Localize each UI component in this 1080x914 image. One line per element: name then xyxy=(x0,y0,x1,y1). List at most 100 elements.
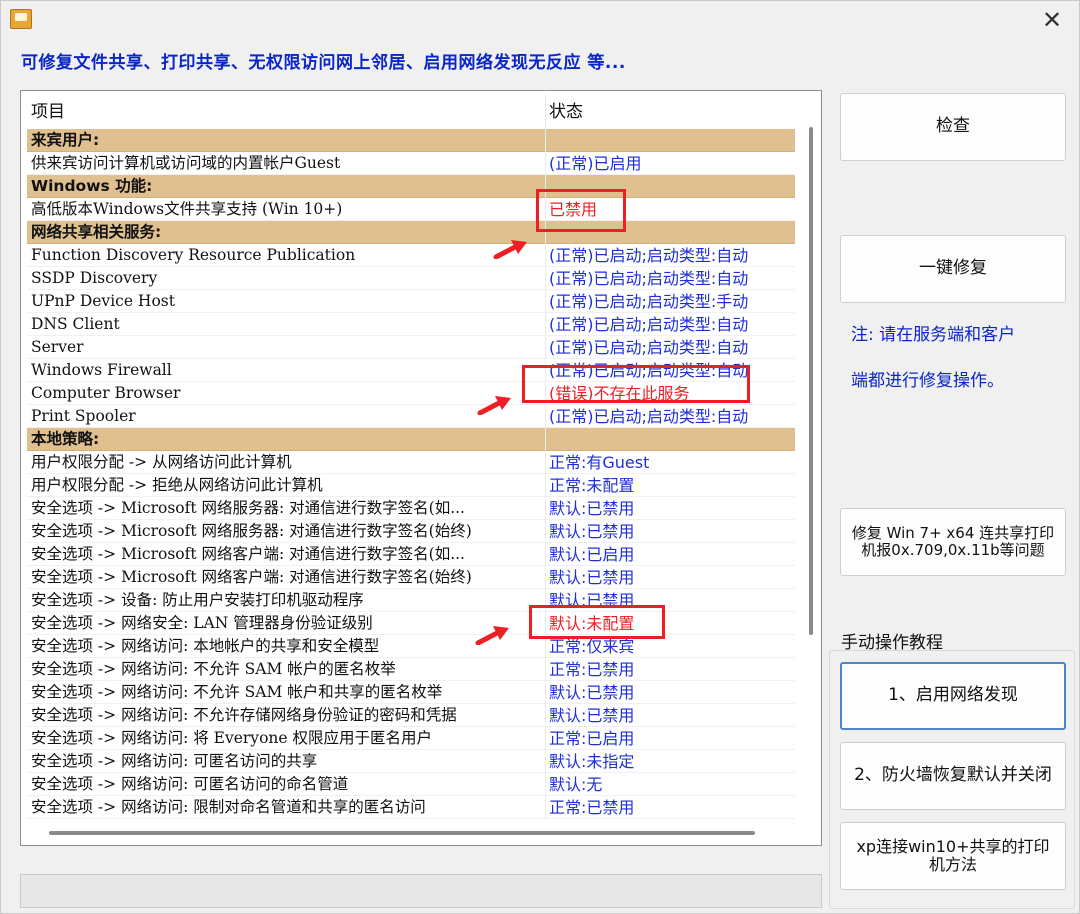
status-cell: 默认:已启用 xyxy=(549,545,635,564)
headline: 可修复文件共享、打印共享、无权限访问网上邻居、启用网络发现无反应 等... xyxy=(21,53,626,73)
status-cell: 默认:已禁用 xyxy=(549,683,635,702)
manual-tutorial-label: 手动操作教程 xyxy=(841,633,943,653)
section-header-row[interactable]: 网络共享相关服务: xyxy=(27,221,795,244)
item-cell: Print Spooler xyxy=(31,407,136,425)
table-row[interactable]: Print Spooler (正常)已启动;启动类型:自动 xyxy=(27,405,795,428)
table-row[interactable]: 供来宾访问计算机或访问域的内置帐户Guest (正常)已启用 xyxy=(27,152,795,175)
section-header-row[interactable]: Windows 功能: xyxy=(27,175,795,198)
status-cell: 正常:有Guest xyxy=(549,453,650,472)
status-cell: (正常)已启动;启动类型:自动 xyxy=(549,338,749,357)
item-cell: 供来宾访问计算机或访问域的内置帐户Guest xyxy=(31,154,341,172)
main-window: ✕ 可修复文件共享、打印共享、无权限访问网上邻居、启用网络发现无反应 等... … xyxy=(0,0,1080,914)
status-bar xyxy=(20,874,822,908)
note-text-line-1: 注: 请在服务端和客户 xyxy=(851,325,1016,345)
item-cell: 网络共享相关服务: xyxy=(31,223,162,241)
vertical-scrollbar-thumb[interactable] xyxy=(809,127,813,635)
table-row[interactable]: 高低版本Windows文件共享支持 (Win 10+) 已禁用 xyxy=(27,198,795,221)
horizontal-scrollbar[interactable] xyxy=(45,829,757,837)
column-header-status[interactable]: 状态 xyxy=(549,95,583,129)
status-cell: 正常:已禁用 xyxy=(549,660,635,679)
highlight-box xyxy=(536,189,626,232)
table-row[interactable]: 安全选项 -> 网络访问: 限制对命名管道和共享的匿名访问 正常:已禁用 xyxy=(27,796,795,819)
table-header: 项目 状态 xyxy=(27,95,795,129)
column-header-item[interactable]: 项目 xyxy=(31,95,65,129)
table-row[interactable]: 安全选项 -> 网络访问: 不允许 SAM 帐户的匿名枚举 正常:已禁用 xyxy=(27,658,795,681)
status-cell: 正常:已禁用 xyxy=(549,798,635,817)
status-cell: 默认:已禁用 xyxy=(549,706,635,725)
enable-network-discovery-button[interactable]: 1、启用网络发现 xyxy=(840,662,1066,730)
app-icon xyxy=(10,9,32,29)
highlight-box xyxy=(522,365,750,403)
item-cell: 用户权限分配 -> 从网络访问此计算机 xyxy=(31,453,292,471)
table-row[interactable]: DNS Client (正常)已启动;启动类型:自动 xyxy=(27,313,795,336)
red-arrow-icon xyxy=(477,396,511,415)
status-cell: 默认:已禁用 xyxy=(549,522,635,541)
xp-printer-guide-button[interactable]: xp连接win10+共享的打印机方法 xyxy=(840,822,1066,890)
table-row[interactable]: 安全选项 -> 网络访问: 可匿名访问的命名管道 默认:无 xyxy=(27,773,795,796)
table-row[interactable]: 安全选项 -> Microsoft 网络服务器: 对通信进行数字签名(始终) 默认… xyxy=(27,520,795,543)
table-row[interactable]: Server (正常)已启动;启动类型:自动 xyxy=(27,336,795,359)
status-cell: 正常:已启用 xyxy=(549,729,635,748)
table-row[interactable]: UPnP Device Host (正常)已启动;启动类型:手动 xyxy=(27,290,795,313)
table-row[interactable]: 安全选项 -> Microsoft 网络客户端: 对通信进行数字签名(如... 默… xyxy=(27,543,795,566)
item-cell: 安全选项 -> 网络安全: LAN 管理器身份验证级别 xyxy=(31,614,373,632)
close-button[interactable]: ✕ xyxy=(1039,7,1065,33)
status-list-panel: 项目 状态 来宾用户: 供来宾访问计算机或访问域的内置帐户Guest (正常)已启用… xyxy=(20,90,822,846)
fix-all-button[interactable]: 一键修复 xyxy=(840,235,1066,303)
status-list: 来宾用户: 供来宾访问计算机或访问域的内置帐户Guest (正常)已启用 Window… xyxy=(27,129,795,819)
horizontal-scrollbar-thumb[interactable] xyxy=(49,831,755,835)
item-cell: 安全选项 -> 网络访问: 不允许 SAM 帐户的匿名枚举 xyxy=(31,660,396,678)
firewall-reset-button[interactable]: 2、防火墙恢复默认并关闭 xyxy=(840,742,1066,810)
item-cell: 安全选项 -> 网络访问: 可匿名访问的命名管道 xyxy=(31,775,349,793)
check-button[interactable]: 检查 xyxy=(840,93,1066,161)
vertical-scrollbar[interactable] xyxy=(804,99,818,823)
item-cell: 安全选项 -> Microsoft 网络服务器: 对通信进行数字签名(如... xyxy=(31,499,465,517)
item-cell: 安全选项 -> 设备: 防止用户安装打印机驱动程序 xyxy=(31,591,364,609)
table-row[interactable]: 用户权限分配 -> 拒绝从网络访问此计算机 正常:未配置 xyxy=(27,474,795,497)
status-cell: (正常)已启动;启动类型:自动 xyxy=(549,269,749,288)
status-cell: (正常)已启用 xyxy=(549,154,642,173)
item-cell: 安全选项 -> Microsoft 网络服务器: 对通信进行数字签名(始终) xyxy=(31,522,472,540)
item-cell: DNS Client xyxy=(31,315,120,333)
item-cell: 安全选项 -> 网络访问: 本地帐户的共享和安全模型 xyxy=(31,637,380,655)
item-cell: 来宾用户: xyxy=(31,131,100,149)
item-cell: 安全选项 -> 网络访问: 不允许 SAM 帐户和共享的匿名枚举 xyxy=(31,683,443,701)
red-arrow-icon xyxy=(493,240,527,259)
item-cell: Function Discovery Resource Publication xyxy=(31,246,356,264)
item-cell: 本地策略: xyxy=(31,430,100,448)
table-row[interactable]: 安全选项 -> 网络安全: LAN 管理器身份验证级别 默认:未配置 xyxy=(27,612,795,635)
status-cell: (正常)已启动;启动类型:手动 xyxy=(549,292,749,311)
status-cell: 默认:无 xyxy=(549,775,603,794)
red-arrow-icon xyxy=(475,626,509,645)
status-cell: 默认:已禁用 xyxy=(549,499,635,518)
table-row[interactable]: 安全选项 -> 网络访问: 将 Everyone 权限应用于匿名用户 正常:已启用 xyxy=(27,727,795,750)
item-cell: Windows 功能: xyxy=(31,177,153,195)
item-cell: 用户权限分配 -> 拒绝从网络访问此计算机 xyxy=(31,476,323,494)
item-cell: 安全选项 -> Microsoft 网络客户端: 对通信进行数字签名(如... xyxy=(31,545,465,563)
table-row[interactable]: SSDP Discovery (正常)已启动;启动类型:自动 xyxy=(27,267,795,290)
item-cell: Windows Firewall xyxy=(31,361,172,379)
status-cell: 默认:已禁用 xyxy=(549,568,635,587)
table-row[interactable]: 安全选项 -> 设备: 防止用户安装打印机驱动程序 默认:已禁用 xyxy=(27,589,795,612)
table-row[interactable]: 安全选项 -> 网络访问: 不允许 SAM 帐户和共享的匿名枚举 默认:已禁用 xyxy=(27,681,795,704)
table-row[interactable]: Function Discovery Resource Publication (… xyxy=(27,244,795,267)
item-cell: 安全选项 -> 网络访问: 不允许存储网络身份验证的密码和凭据 xyxy=(31,706,457,724)
fix-printer-button[interactable]: 修复 Win 7+ x64 连共享打印机报0x.709,0x.11b等问题 xyxy=(840,508,1066,576)
item-cell: 安全选项 -> 网络访问: 可匿名访问的共享 xyxy=(31,752,318,770)
table-row[interactable]: 安全选项 -> Microsoft 网络服务器: 对通信进行数字签名(如... 默… xyxy=(27,497,795,520)
section-header-row[interactable]: 来宾用户: xyxy=(27,129,795,152)
section-header-row[interactable]: 本地策略: xyxy=(27,428,795,451)
item-cell: SSDP Discovery xyxy=(31,269,158,287)
table-row[interactable]: 用户权限分配 -> 从网络访问此计算机 正常:有Guest xyxy=(27,451,795,474)
item-cell: 安全选项 -> 网络访问: 限制对命名管道和共享的匿名访问 xyxy=(31,798,426,816)
table-row[interactable]: 安全选项 -> Microsoft 网络客户端: 对通信进行数字签名(始终) 默认… xyxy=(27,566,795,589)
item-cell: 高低版本Windows文件共享支持 (Win 10+) xyxy=(31,200,343,218)
item-cell: 安全选项 -> Microsoft 网络客户端: 对通信进行数字签名(始终) xyxy=(31,568,472,586)
table-row[interactable]: 安全选项 -> 网络访问: 本地帐户的共享和安全模型 正常:仅来宾 xyxy=(27,635,795,658)
status-cell: (正常)已启动;启动类型:自动 xyxy=(549,315,749,334)
status-cell: 正常:未配置 xyxy=(549,476,635,495)
table-row[interactable]: 安全选项 -> 网络访问: 可匿名访问的共享 默认:未指定 xyxy=(27,750,795,773)
table-row[interactable]: 安全选项 -> 网络访问: 不允许存储网络身份验证的密码和凭据 默认:已禁用 xyxy=(27,704,795,727)
item-cell: Computer Browser xyxy=(31,384,181,402)
status-cell: (正常)已启动;启动类型:自动 xyxy=(549,246,749,265)
